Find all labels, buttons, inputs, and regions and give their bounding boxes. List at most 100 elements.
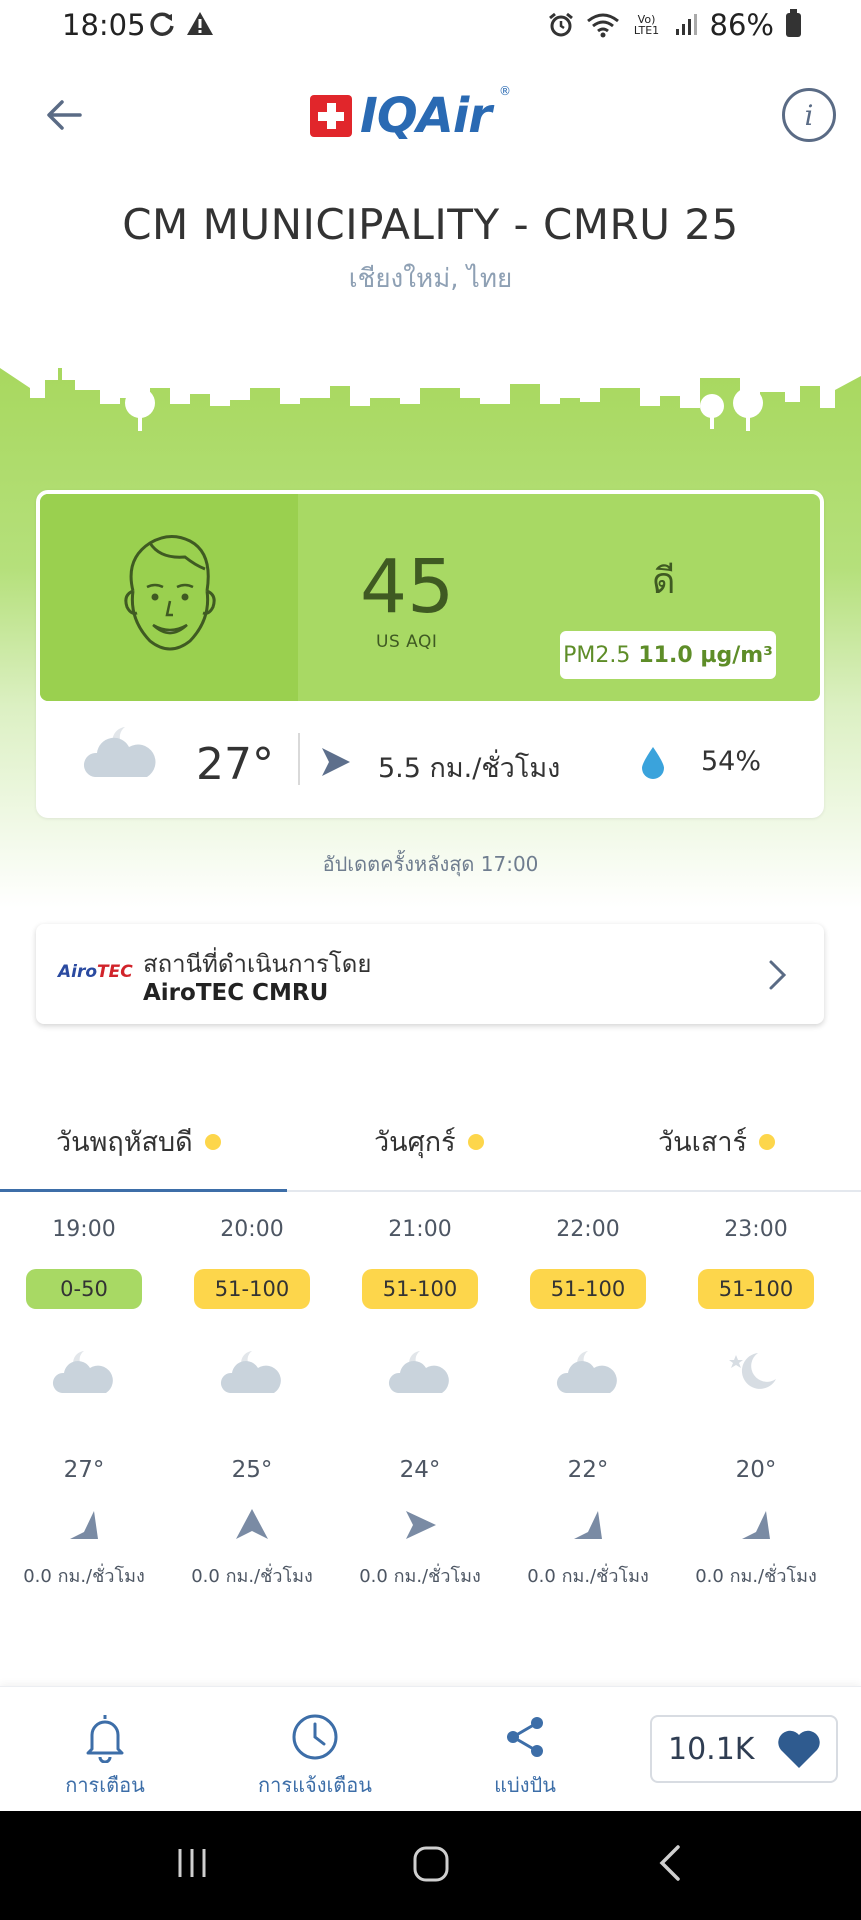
logo-registered-mark: ® <box>498 84 511 98</box>
warning-icon <box>187 12 213 35</box>
info-icon: i <box>804 98 814 132</box>
hour-temp: 20° <box>735 1457 777 1483</box>
battery-icon <box>786 9 801 37</box>
status-time: 18:05 <box>62 8 146 42</box>
humidity: 54% <box>701 746 762 777</box>
last-updated: อัปเดตครั้งหลังสุด 17:00 <box>322 852 539 876</box>
info-button[interactable]: i <box>782 88 836 142</box>
clock-icon <box>292 1714 338 1760</box>
home-icon[interactable] <box>410 1843 452 1885</box>
aqi-range-badge: 51-100 <box>530 1269 646 1309</box>
wind-direction-icon <box>742 1511 770 1539</box>
operator-name: AiroTEC CMRU <box>143 980 329 1006</box>
aqi-card[interactable]: 45 US AQI ดี PM2.5 11.0 µg/m³ 27° 5.5 กม… <box>36 490 824 818</box>
aqi-dot <box>759 1133 775 1150</box>
alerts-button[interactable]: การเตือน <box>30 1711 180 1801</box>
hour-temp: 22° <box>567 1457 609 1483</box>
bell-icon <box>86 1715 124 1763</box>
notifications-button[interactable]: การแจ้งเตือน <box>240 1711 390 1801</box>
back-button[interactable] <box>40 90 90 140</box>
partly-cloudy-night-icon <box>83 727 156 777</box>
weather-row: 27° 5.5 กม./ชั่วโมง 54% <box>36 701 824 818</box>
pollutant-value: 11.0 µg/m³ <box>638 642 773 668</box>
divider <box>298 733 300 785</box>
hour-item: 19:00 0-50 27° 0.0 กม./ชั่วโมง <box>0 1205 168 1605</box>
hour-time: 22:00 <box>556 1217 620 1242</box>
operator-label: สถานีที่ดำเนินการโดย <box>143 950 372 978</box>
aqi-dot <box>204 1133 221 1150</box>
aqi-range-badge: 51-100 <box>194 1269 310 1309</box>
aqi-summary: 45 US AQI ดี PM2.5 11.0 µg/m³ <box>40 494 820 701</box>
wifi-icon <box>586 13 619 38</box>
station-title: CM MUNICIPALITY - CMRU 25 <box>122 200 739 249</box>
like-button[interactable]: 10.1K <box>650 1715 838 1783</box>
station-location: เชียงใหม่, ไทย <box>348 264 513 294</box>
heart-icon <box>778 1730 821 1768</box>
hour-item: 23:00 51-100 20° 0.0 กม./ชั่วโมง <box>672 1205 840 1605</box>
hour-temp: 27° <box>63 1457 105 1483</box>
share-label: แบ่งปัน <box>494 1773 556 1797</box>
share-icon <box>507 1717 543 1757</box>
wind-speed: 5.5 กม./ชั่วโมง <box>378 753 561 784</box>
main-pollutant-badge: PM2.5 11.0 µg/m³ <box>560 631 776 679</box>
tab-label: วันเสาร์ <box>658 1127 747 1158</box>
wind-direction-icon <box>322 748 350 776</box>
hour-item: 21:00 51-100 24° 0.0 กม./ชั่วโมง <box>336 1205 504 1605</box>
hour-temp: 24° <box>399 1457 441 1483</box>
hour-wind: 0.0 กม./ชั่วโมง <box>695 1566 817 1587</box>
aqi-range-badge: 0-50 <box>26 1269 142 1309</box>
hour-wind: 0.0 กม./ชั่วโมง <box>191 1566 313 1587</box>
pollutant-name: PM2.5 <box>563 642 631 668</box>
partly-cloudy-night-icon <box>556 1351 617 1393</box>
temperature: 27° <box>196 739 274 790</box>
tab-label: วันศุกร์ <box>374 1127 456 1158</box>
arrow-left-icon <box>47 100 82 130</box>
aqi-range-badge: 51-100 <box>698 1269 814 1309</box>
network-label: Vo) LTE1 <box>633 13 660 37</box>
clear-night-icon <box>729 1353 776 1389</box>
system-navigation-bar <box>0 1811 861 1920</box>
tab-label: วันพฤหัสบดี <box>56 1127 193 1158</box>
wind-direction-icon <box>574 1511 602 1539</box>
hour-wind: 0.0 กม./ชั่วโมง <box>23 1566 145 1587</box>
airotec-logo: AiroTEC <box>58 962 133 982</box>
notifications-label: การแจ้งเตือน <box>258 1773 372 1797</box>
hour-time: 21:00 <box>388 1217 452 1242</box>
tab-friday[interactable]: วันศุกร์ <box>374 1120 484 1163</box>
happy-face-icon <box>124 535 216 651</box>
recent-apps-icon[interactable] <box>172 1843 212 1883</box>
wind-direction-icon <box>70 1511 98 1539</box>
back-nav-icon[interactable] <box>652 1843 692 1883</box>
tab-thursday[interactable]: วันพฤหัสบดี <box>56 1120 221 1163</box>
wind-direction-icon <box>236 1509 268 1539</box>
tab-saturday[interactable]: วันเสาร์ <box>658 1120 775 1163</box>
aqi-unit: US AQI <box>376 632 438 652</box>
aqi-level: ดี <box>652 561 676 602</box>
share-button[interactable]: แบ่งปัน <box>450 1711 600 1801</box>
swiss-cross-icon <box>310 95 352 137</box>
station-operator-card[interactable]: AiroTEC สถานีที่ดำเนินการโดย AiroTEC CMR… <box>36 924 824 1024</box>
sync-icon <box>150 12 174 36</box>
logo-text: IQAir <box>360 88 492 144</box>
partly-cloudy-night-icon <box>220 1351 281 1393</box>
app-header: IQAir ® i <box>0 60 861 170</box>
hour-wind: 0.0 กม./ชั่วโมง <box>359 1566 481 1587</box>
hour-time: 19:00 <box>52 1217 116 1242</box>
city-skyline-illustration <box>0 358 861 431</box>
iqair-logo: IQAir ® <box>310 84 511 144</box>
aqi-value: 45 <box>360 544 455 630</box>
active-tab-indicator <box>0 1189 287 1192</box>
status-bar: 18:05 Vo) LTE1 86% <box>0 0 861 52</box>
aqi-range-badge: 51-100 <box>362 1269 478 1309</box>
chevron-right-icon <box>769 960 787 990</box>
hour-wind: 0.0 กม./ชั่วโมง <box>527 1566 649 1587</box>
alerts-label: การเตือน <box>65 1773 145 1797</box>
alarm-icon <box>548 12 573 37</box>
partly-cloudy-night-icon <box>388 1351 449 1393</box>
hour-item: 20:00 51-100 25° 0.0 กม./ชั่วโมง <box>168 1205 336 1605</box>
hour-item: 22:00 51-100 22° 0.0 กม./ชั่วโมง <box>504 1205 672 1605</box>
hour-time: 20:00 <box>220 1217 284 1242</box>
battery-percent: 86% <box>709 8 774 42</box>
wind-direction-icon <box>406 1511 436 1539</box>
hour-time: 23:00 <box>724 1217 788 1242</box>
